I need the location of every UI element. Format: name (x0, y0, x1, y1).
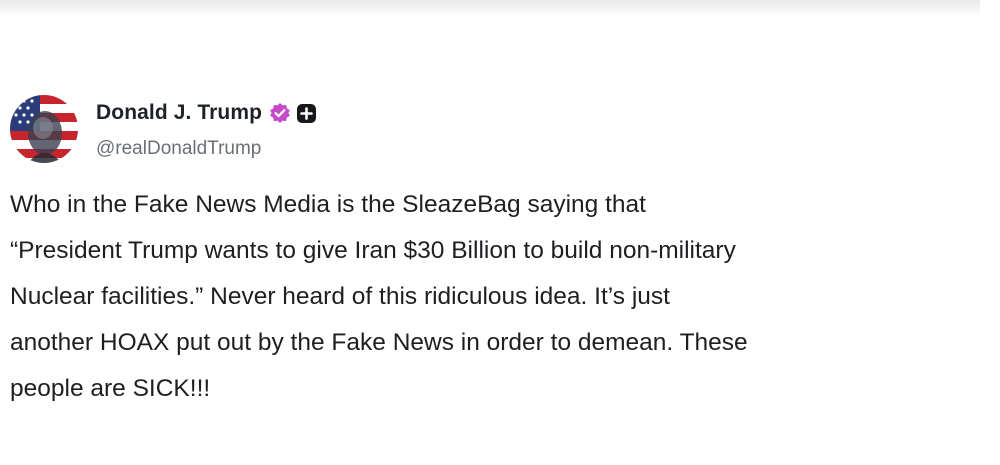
social-post: Donald J. Trump @realDonaldTrump Who in … (0, 0, 980, 465)
post-body-line: people are SICK!!! (10, 375, 211, 402)
author-handle[interactable]: @realDonaldTrump (96, 138, 261, 160)
author-display-name[interactable]: Donald J. Trump (96, 101, 262, 125)
post-body-text: Who in the Fake News Media is the Sleaze… (10, 182, 978, 412)
avatar-flag-portrait-icon[interactable] (10, 95, 78, 163)
verified-badge-icon (269, 102, 291, 124)
post-body-line: another HOAX put out by the Fake News in… (10, 329, 748, 356)
post-body-line: Nuclear facilities.” Never heard of this… (10, 283, 670, 310)
author-name-row: Donald J. Trump (96, 97, 317, 129)
screenshot-page: Donald J. Trump @realDonaldTrump Who in … (0, 0, 1000, 465)
post-body-line: “President Trump wants to give Iran $30 … (10, 237, 736, 264)
post-body-line: Who in the Fake News Media is the Sleaze… (10, 191, 646, 218)
plus-badge-icon (296, 103, 317, 124)
